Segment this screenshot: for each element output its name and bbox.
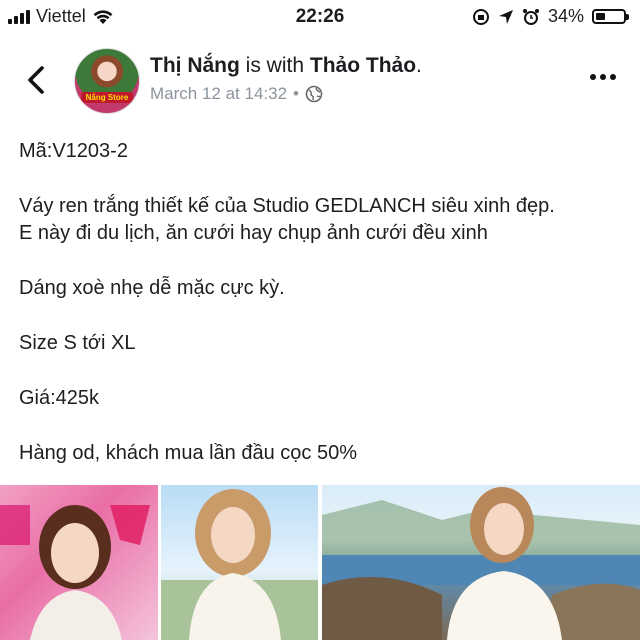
with-text: is with (245, 54, 305, 77)
post-line: Váy ren trắng thiết kế của Studio GEDLAN… (19, 195, 555, 217)
post-line: E này đi du lịch, ăn cưới hay chụp ảnh c… (19, 222, 488, 244)
photo-1-image (0, 505, 150, 640)
avatar[interactable]: Nắng Store (74, 48, 140, 114)
alarm-icon (522, 8, 539, 25)
post-photo-1[interactable] (0, 485, 158, 640)
post-meta: March 12 at 14:32 • (150, 84, 323, 104)
post-line: Size S tới XL (19, 332, 136, 354)
post-line: Mã:V1203-2 (19, 140, 128, 162)
post-photo-3[interactable] (322, 485, 640, 640)
back-arrow-icon[interactable] (22, 62, 52, 98)
author-period: . (416, 54, 422, 77)
more-options-icon[interactable] (590, 74, 616, 80)
tagged-name[interactable]: Thảo Thảo (310, 54, 416, 77)
battery-icon (592, 9, 629, 24)
battery-percent: 34% (547, 6, 584, 26)
status-bar-right: 34% (472, 6, 629, 27)
post-date[interactable]: March 12 at 14:32 (150, 84, 287, 104)
photo-grid (0, 485, 640, 640)
avatar-label: Nắng Store (81, 92, 133, 103)
post-line: Giá:425k (19, 387, 100, 409)
photo-3-image (322, 487, 640, 640)
status-bar: Viettel 22:26 34% (0, 0, 640, 34)
post-author-line: Thị Nắng is with Thảo Thảo. (150, 54, 422, 78)
location-icon (498, 9, 513, 24)
battery-fill (596, 13, 605, 20)
post-line: Dáng xoè nhẹ dễ mặc cực kỳ. (19, 277, 285, 299)
orientation-lock-icon (472, 8, 489, 25)
author-name[interactable]: Thị Nắng (150, 54, 240, 77)
post-header: Nắng Store Thị Nắng is with Thảo Thảo. M… (0, 34, 640, 126)
meta-separator: • (293, 84, 299, 103)
post-paragraph: Váy ren trắng thiết kế của Studio GEDLAN… (19, 193, 629, 247)
globe-icon (305, 85, 323, 103)
post-line: Hàng od, khách mua lần đầu cọc 50% (19, 442, 357, 464)
photo-2-image (161, 489, 318, 640)
post-photo-2[interactable] (161, 485, 318, 640)
post-text: Mã:V1203-2 Váy ren trắng thiết kế của St… (19, 138, 629, 495)
